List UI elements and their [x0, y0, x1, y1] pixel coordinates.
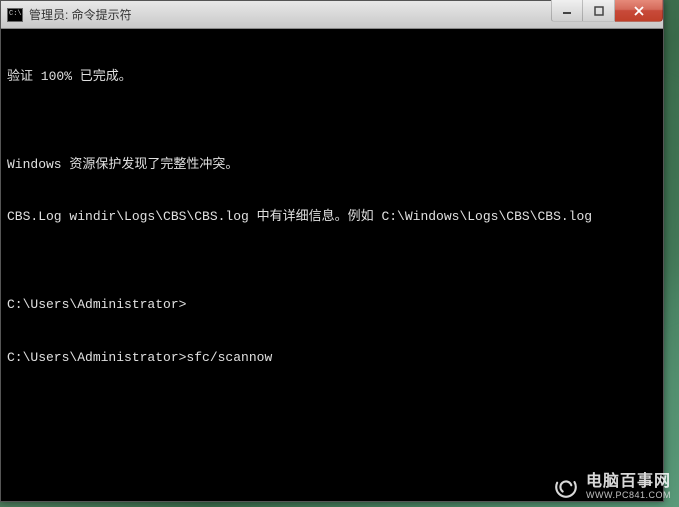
terminal-line: C:\Users\Administrator>: [7, 296, 657, 314]
watermark: 电脑百事网 WWW.PC841.COM: [552, 473, 671, 501]
watermark-text: 电脑百事网 WWW.PC841.COM: [586, 473, 671, 500]
watermark-icon: [552, 473, 580, 501]
terminal-line: 验证 100% 已完成。: [7, 68, 657, 86]
window-controls: [551, 0, 663, 22]
minimize-icon: [562, 6, 572, 16]
command-prompt-window: C:\. 管理员: 命令提示符 验证 100% 已完成。 Windows 资源保…: [0, 0, 664, 502]
close-icon: [633, 6, 645, 16]
titlebar[interactable]: C:\. 管理员: 命令提示符: [1, 1, 663, 29]
maximize-button[interactable]: [583, 0, 615, 22]
terminal-line: CBS.Log windir\Logs\CBS\CBS.log 中有详细信息。例…: [7, 208, 657, 226]
app-icon: C:\.: [7, 8, 23, 22]
maximize-icon: [594, 6, 604, 16]
terminal-output[interactable]: 验证 100% 已完成。 Windows 资源保护发现了完整性冲突。 CBS.L…: [1, 29, 663, 501]
watermark-main: 电脑百事网: [586, 473, 671, 491]
terminal-line: C:\Users\Administrator>sfc/scannow: [7, 349, 657, 367]
window-title: 管理员: 命令提示符: [29, 6, 132, 23]
watermark-sub: WWW.PC841.COM: [586, 491, 671, 501]
terminal-line: Windows 资源保护发现了完整性冲突。: [7, 156, 657, 174]
minimize-button[interactable]: [551, 0, 583, 22]
close-button[interactable]: [615, 0, 663, 22]
